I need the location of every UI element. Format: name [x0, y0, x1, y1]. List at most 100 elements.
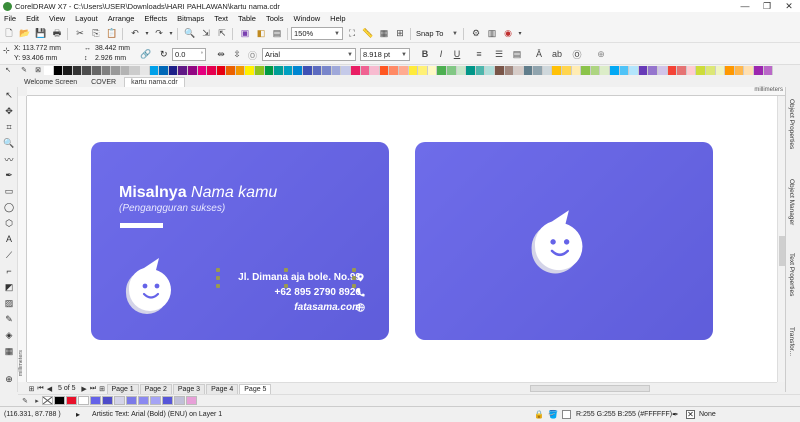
palette-color-swatch[interactable] [677, 65, 687, 75]
palette-color-swatch[interactable] [533, 65, 543, 75]
document-color-swatch[interactable] [138, 396, 149, 405]
font-size-dropdown[interactable]: 8.918 pt ▼ [360, 48, 410, 61]
color-eyedropper-icon[interactable]: ✎ [3, 313, 15, 325]
save-icon[interactable]: 💾 [34, 27, 48, 41]
palette-color-swatch[interactable] [658, 65, 668, 75]
document-color-swatch[interactable] [66, 396, 77, 405]
palette-color-swatch[interactable] [91, 65, 102, 75]
underline-icon[interactable]: U [450, 47, 464, 61]
palette-color-swatch[interactable] [398, 65, 409, 75]
search-content-icon[interactable]: 🔍 [183, 27, 197, 41]
bullet-list-icon[interactable]: ☰ [492, 47, 506, 61]
horizontal-scrollbar[interactable] [530, 385, 650, 392]
edit-text-icon[interactable]: ab [550, 47, 564, 61]
card-tagline[interactable]: (Pengangguran sukses) [119, 203, 225, 214]
y-position-field[interactable]: Y: 93.406 mm [14, 55, 57, 62]
drop-shadow-tool-icon[interactable]: ◩ [3, 281, 15, 293]
palette-color-swatch[interactable] [590, 65, 601, 75]
page-tab-1[interactable]: Page 1 [106, 383, 139, 394]
palette-color-swatch[interactable] [696, 65, 706, 75]
palette-color-swatch[interactable] [159, 65, 169, 75]
docker-object-manager[interactable]: Object Manager [788, 179, 795, 225]
outline-pen-icon[interactable]: ✒ [672, 410, 679, 419]
fill-color-swatch[interactable] [562, 410, 571, 419]
page-tab-5[interactable]: Page 5 [239, 383, 272, 394]
import-icon[interactable]: ⇲ [199, 27, 213, 41]
palette-color-swatch[interactable] [379, 65, 390, 75]
palette-color-swatch[interactable] [763, 65, 774, 75]
palette-color-swatch[interactable] [581, 65, 591, 75]
tab-cover[interactable]: COVER [85, 78, 122, 87]
text-alignment-icon[interactable]: ≡ [472, 47, 486, 61]
business-card-back[interactable] [415, 142, 713, 340]
palette-color-swatch[interactable] [408, 65, 419, 75]
lock-ratio-icon[interactable]: 🔗 [140, 49, 151, 60]
connector-tool-icon[interactable]: ⌐ [3, 265, 15, 277]
palette-dropdown-icon[interactable]: ▸ [32, 396, 42, 406]
accent-bar[interactable] [120, 223, 163, 228]
palette-color-swatch[interactable] [216, 65, 227, 75]
palette-color-swatch[interactable] [389, 65, 399, 75]
show-rulers-icon[interactable]: 📏 [361, 27, 375, 41]
card-website[interactable]: fatasama.com [294, 302, 361, 313]
font-family-dropdown[interactable]: Arial ▼ [262, 48, 356, 61]
palette-color-swatch[interactable] [341, 65, 351, 75]
docker-transformations[interactable]: Transfor... [788, 327, 795, 356]
palette-color-swatch[interactable] [331, 65, 342, 75]
palette-color-swatch[interactable] [734, 65, 745, 75]
no-outline-icon[interactable]: ✕ [686, 410, 695, 419]
rotation-angle-field[interactable]: 0.0 ° [172, 48, 206, 61]
palette-color-swatch[interactable] [44, 65, 54, 75]
color-settings-icon[interactable]: ◉ [501, 27, 515, 41]
tab-welcome-screen[interactable]: Welcome Screen [18, 78, 83, 87]
transparency-tool-icon[interactable]: ▨ [3, 297, 15, 309]
ellipse-tool-icon[interactable]: ◯ [3, 201, 15, 213]
card-address[interactable]: Jl. Dimana aja bole. No.99 [238, 272, 361, 283]
palette-color-swatch[interactable] [504, 65, 515, 75]
palette-color-swatch[interactable] [72, 65, 83, 75]
no-color-swatch[interactable] [42, 396, 53, 405]
last-page-icon[interactable]: ⏭ [89, 385, 98, 393]
new-document-icon[interactable]: 🗋 [2, 27, 16, 41]
palette-color-swatch[interactable] [456, 65, 467, 75]
palette-color-swatch[interactable] [485, 65, 495, 75]
palette-color-swatch[interactable] [264, 65, 275, 75]
palette-color-swatch[interactable] [130, 65, 140, 75]
print-icon[interactable]: 🖶 [50, 27, 64, 41]
selection-handle[interactable] [216, 268, 220, 272]
show-guidelines-icon[interactable]: ⊞ [393, 27, 407, 41]
palette-color-swatch[interactable] [293, 65, 304, 75]
palette-color-swatch[interactable] [226, 65, 236, 75]
palette-color-swatch[interactable] [437, 65, 447, 75]
palette-color-swatch[interactable] [283, 65, 294, 75]
palette-color-swatch[interactable] [207, 65, 217, 75]
palette-color-swatch[interactable] [686, 65, 697, 75]
palette-color-swatch[interactable] [178, 65, 188, 75]
palette-color-swatch[interactable] [514, 65, 524, 75]
mascot-icon[interactable] [123, 256, 181, 318]
document-color-swatch[interactable] [150, 396, 161, 405]
application-options-icon[interactable]: ▥ [485, 27, 499, 41]
palette-color-swatch[interactable] [245, 65, 256, 75]
document-color-swatch[interactable] [174, 396, 185, 405]
add-page-icon[interactable]: ⊞ [27, 385, 36, 393]
document-color-swatch[interactable] [90, 396, 101, 405]
height-field[interactable]: 2.926 mm [95, 55, 126, 62]
menu-window[interactable]: Window [293, 14, 320, 23]
menu-bitmaps[interactable]: Bitmaps [177, 14, 204, 23]
interactive-fill-icon[interactable]: ◈ [3, 329, 15, 341]
selection-handle[interactable] [216, 284, 220, 288]
document-color-swatch[interactable] [162, 396, 173, 405]
parallel-dimension-icon[interactable]: ⟋ [3, 249, 15, 261]
select-arrow-icon[interactable]: ↖ [0, 66, 16, 75]
copy-icon[interactable]: ⎘ [89, 27, 103, 41]
text-tool-icon[interactable]: A [3, 233, 15, 245]
palette-color-swatch[interactable] [255, 65, 265, 75]
fill-bucket-icon[interactable]: 🪣 [548, 410, 558, 419]
open-icon[interactable]: 📂 [18, 27, 32, 41]
rectangle-tool-icon[interactable]: ▭ [3, 185, 15, 197]
text-properties-icon[interactable]: Ā [532, 47, 546, 61]
card-phone[interactable]: +62 895 2790 8926 [275, 287, 361, 298]
palette-color-swatch[interactable] [466, 65, 476, 75]
export-icon[interactable]: ⇱ [215, 27, 229, 41]
